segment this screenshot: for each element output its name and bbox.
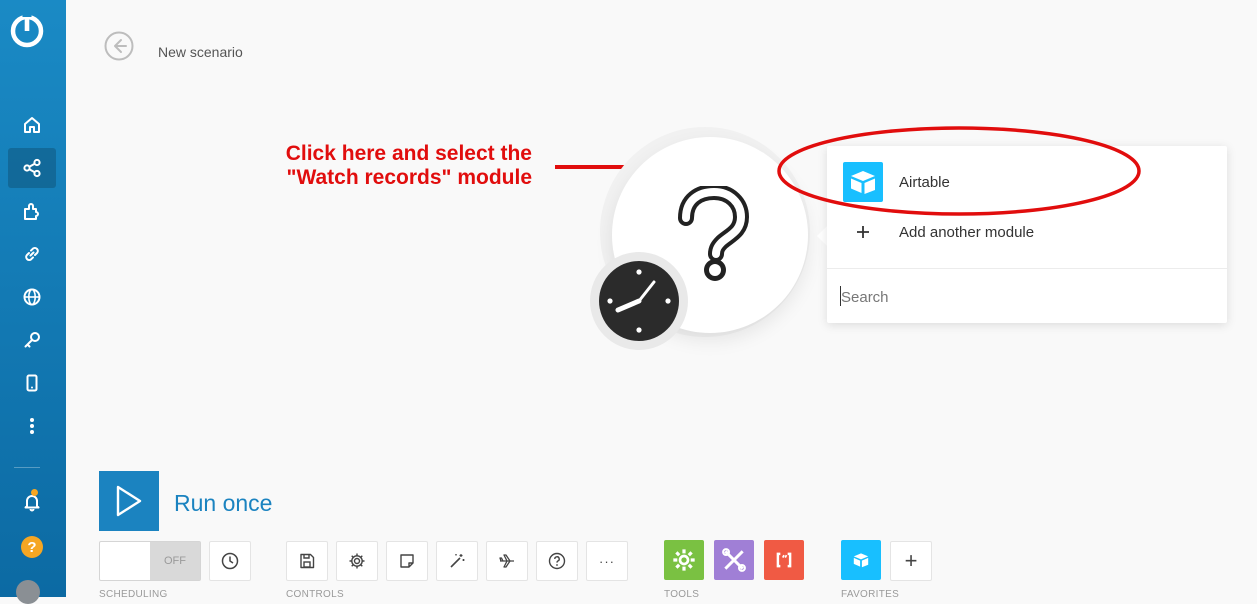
scheduling-toggle[interactable]: OFF <box>99 541 201 581</box>
notes-button[interactable] <box>386 541 428 581</box>
airtable-icon <box>853 553 869 568</box>
dropdown-caret <box>817 226 827 246</box>
sidebar-item-more[interactable] <box>8 406 56 446</box>
sidebar-item-scenarios[interactable] <box>8 148 56 188</box>
more-options-button[interactable]: ··· <box>586 541 628 581</box>
save-button[interactable] <box>286 541 328 581</box>
dropdown-item-icon <box>843 212 883 252</box>
instruction-annotation: Click here and select the "Watch records… <box>232 142 532 190</box>
sidebar-item-help[interactable]: ? <box>8 527 56 567</box>
link-icon <box>25 247 39 261</box>
airplane-icon <box>499 554 514 568</box>
annotation-line-1: Click here and select the <box>285 142 532 165</box>
scheduling-label: SCHEDULING <box>99 589 168 600</box>
scenario-settings-button[interactable] <box>336 541 378 581</box>
play-icon <box>116 485 142 517</box>
help-button[interactable] <box>536 541 578 581</box>
highlight-ellipse <box>777 126 1141 216</box>
sidebar-item-home[interactable] <box>8 105 56 145</box>
favorite-airtable-button[interactable] <box>841 540 881 580</box>
tools-json-button[interactable] <box>764 540 804 580</box>
more-vertical-icon <box>30 418 34 434</box>
dropdown-divider <box>827 268 1227 269</box>
back-arrow-icon[interactable] <box>104 31 134 61</box>
help-icon: ? <box>21 536 43 558</box>
run-once-button[interactable] <box>99 471 159 531</box>
schedule-clock[interactable] <box>590 252 688 350</box>
puzzle-icon <box>24 203 39 220</box>
make-logo-icon[interactable] <box>9 13 45 49</box>
sidebar-item-devices[interactable] <box>8 363 56 403</box>
globe-icon <box>23 288 41 306</box>
magic-wand-icon <box>450 554 465 568</box>
key-icon <box>24 332 40 348</box>
clock-icon <box>599 261 679 341</box>
gear-icon <box>673 549 695 571</box>
mobile-icon <box>26 374 38 392</box>
plus-icon <box>857 226 869 238</box>
clock-icon <box>221 552 239 570</box>
plus-icon: + <box>904 548 918 573</box>
sidebar-item-templates[interactable] <box>8 191 56 231</box>
add-favorite-button[interactable]: + <box>890 541 932 581</box>
dropdown-item-label: Add another module <box>899 223 1035 241</box>
note-icon <box>400 554 414 568</box>
controls-label: CONTROLS <box>286 589 344 600</box>
wrench-screwdriver-icon <box>722 548 746 572</box>
question-circle-icon <box>548 552 566 570</box>
sidebar-item-notifications[interactable] <box>8 482 56 522</box>
sidebar-item-keys[interactable] <box>8 320 56 360</box>
notification-badge <box>31 489 38 496</box>
sidebar-item-webhooks[interactable] <box>8 277 56 317</box>
tools-label: TOOLS <box>664 589 700 600</box>
sidebar-item-connections[interactable] <box>8 234 56 274</box>
save-icon <box>300 553 315 569</box>
sidebar-divider <box>14 467 40 468</box>
question-mark-icon <box>678 186 750 281</box>
home-icon <box>24 117 40 133</box>
explain-flow-button[interactable] <box>486 541 528 581</box>
run-once-label[interactable]: Run once <box>174 490 272 517</box>
search-input[interactable] <box>839 282 1213 312</box>
brackets-icon <box>776 552 792 568</box>
sidebar: ? <box>0 0 66 604</box>
avatar[interactable] <box>16 580 40 604</box>
favorites-label: FAVORITES <box>841 589 900 600</box>
gear-icon <box>349 553 365 569</box>
auto-align-button[interactable] <box>436 541 478 581</box>
more-horizontal-icon: ··· <box>599 553 615 569</box>
breadcrumb: New scenario <box>158 44 243 60</box>
tools-flow-control-button[interactable] <box>664 540 704 580</box>
schedule-settings-button[interactable] <box>209 541 251 581</box>
toggle-off-label: OFF <box>150 542 200 580</box>
tools-utilities-button[interactable] <box>714 540 754 580</box>
share-icon <box>23 158 41 178</box>
annotation-line-2: "Watch records" module <box>286 166 532 189</box>
text-cursor <box>840 286 841 306</box>
